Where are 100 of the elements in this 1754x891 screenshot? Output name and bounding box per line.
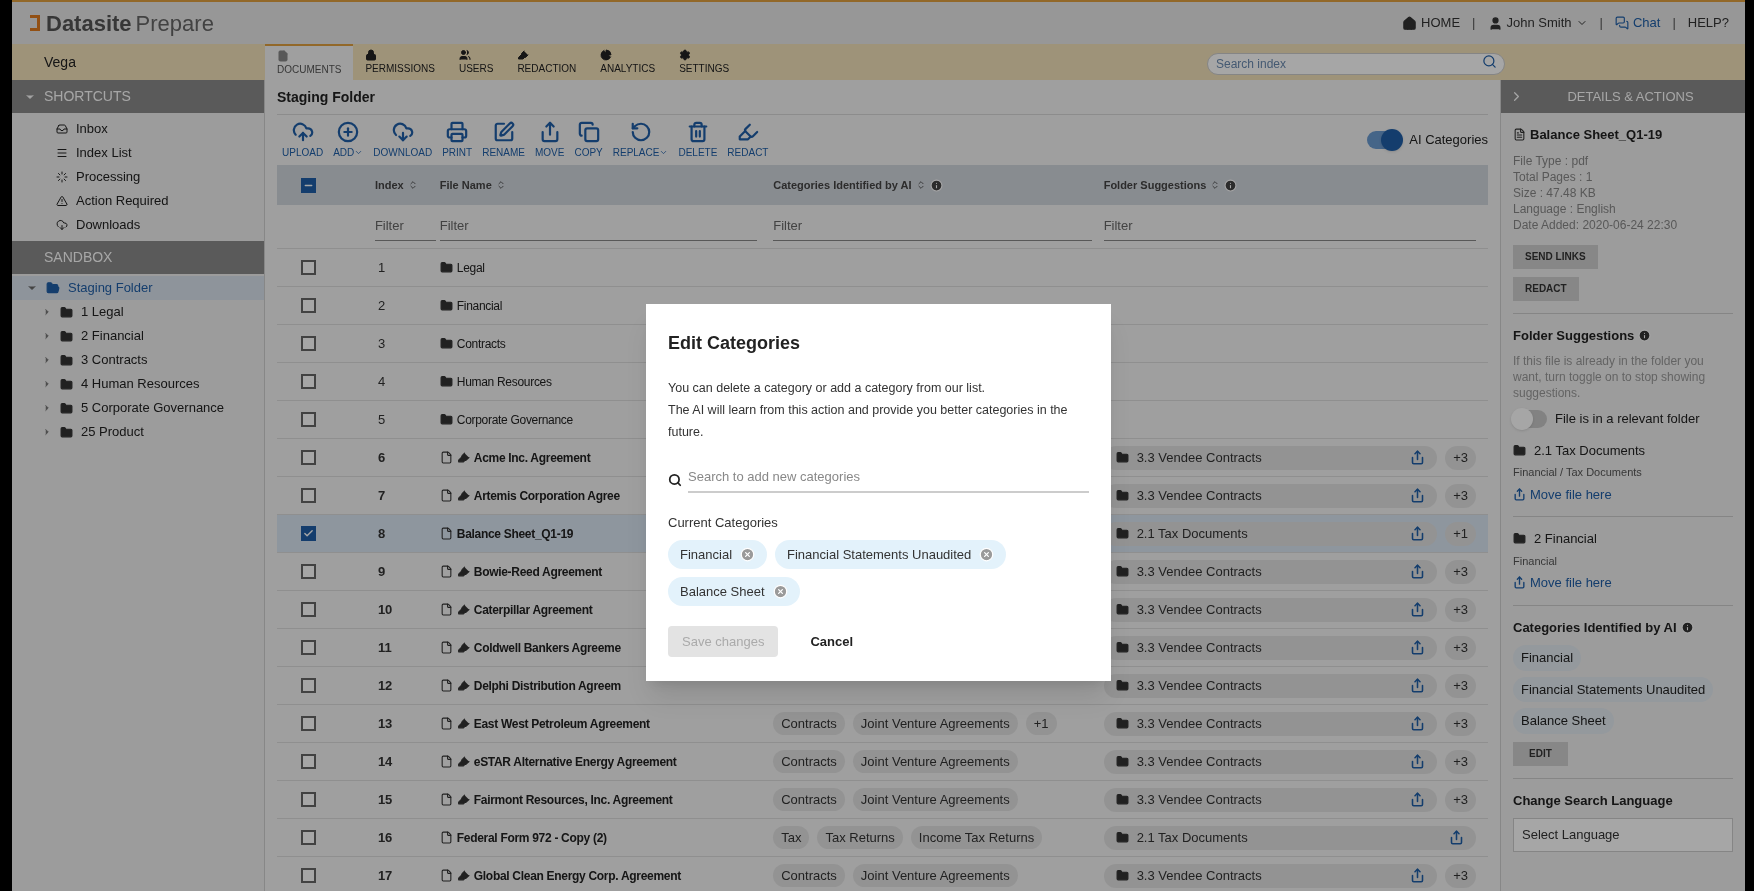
share-icon[interactable] [1513, 576, 1526, 590]
column-header[interactable]: File Name [439, 176, 506, 194]
caret-icon[interactable] [42, 307, 52, 317]
toolbar-button[interactable]: MOVE [529, 120, 570, 160]
relevant-folder-toggle[interactable] [1513, 409, 1547, 428]
user-menu[interactable]: John Smith [1487, 13, 1588, 33]
move-icon[interactable] [1410, 792, 1426, 807]
row-checkbox[interactable] [300, 488, 316, 503]
file-name[interactable]: Delphi Distribution Agreem [473, 676, 621, 695]
move-icon[interactable] [1410, 640, 1426, 655]
caret-icon[interactable] [42, 379, 52, 389]
tree-item[interactable]: 5 Corporate Governance [12, 396, 264, 420]
file-name[interactable]: Federal Form 972 - Copy (2) [456, 828, 607, 847]
shortcut-link[interactable]: Index List [12, 141, 264, 165]
file-name[interactable]: Caterpillar Agreement [473, 600, 593, 619]
row-checkbox[interactable] [300, 640, 316, 655]
info-icon[interactable] [1680, 620, 1694, 634]
move-icon[interactable] [1449, 830, 1464, 845]
more-count[interactable]: +1 [1025, 711, 1057, 736]
toolbar-button[interactable]: RENAME [477, 120, 530, 160]
nav-tab[interactable]: PERMISSIONS [353, 44, 447, 80]
toolbar-button[interactable]: REDACT [722, 120, 774, 160]
filter-field[interactable]: Filter [1103, 212, 1476, 241]
move-file-link[interactable]: Move file here [1530, 484, 1612, 504]
toolbar-button[interactable]: UPLOAD [277, 120, 329, 160]
nav-tab[interactable]: SETTINGS [667, 44, 742, 80]
tree-item[interactable]: 1 Legal [12, 300, 264, 324]
file-name[interactable]: Fairmont Resources, Inc. Agreement [473, 790, 673, 809]
row-checkbox[interactable] [300, 260, 316, 275]
section-header[interactable]: SHORTCUTS [12, 80, 264, 113]
search-field[interactable]: Search index [1207, 53, 1505, 75]
move-icon[interactable] [1410, 868, 1426, 883]
info-icon[interactable] [1638, 328, 1652, 342]
row-checkbox[interactable] [300, 374, 316, 389]
more-count[interactable]: +3 [1445, 559, 1476, 584]
row-checkbox[interactable] [300, 412, 316, 427]
row-checkbox[interactable] [300, 298, 316, 313]
info-icon[interactable] [929, 178, 943, 192]
help-link[interactable]: HELP? [1687, 13, 1729, 33]
row-checkbox[interactable] [300, 868, 316, 883]
action-button[interactable]: REDACT [1513, 276, 1579, 301]
share-icon[interactable] [1513, 487, 1526, 501]
toolbar-button[interactable]: DELETE [673, 120, 723, 160]
row-checkbox[interactable] [300, 716, 316, 731]
folder-suggestion[interactable]: 3.3 Vendee Contracts [1103, 673, 1438, 698]
language-select[interactable]: Select Language [1513, 818, 1733, 852]
action-button[interactable]: SEND LINKS [1513, 244, 1598, 269]
file-name[interactable]: Human Resources [456, 372, 552, 391]
caret-icon[interactable] [42, 355, 52, 365]
folder-suggestion[interactable]: 3.3 Vendee Contracts [1103, 749, 1438, 774]
row-checkbox[interactable] [300, 564, 316, 579]
folder-suggestion[interactable]: 3.3 Vendee Contracts [1103, 711, 1438, 736]
toolbar-button[interactable]: ADD [328, 120, 369, 160]
file-name[interactable]: Financial [456, 296, 503, 315]
home-link[interactable]: HOME [1402, 13, 1461, 33]
row-checkbox[interactable] [300, 678, 316, 693]
filter-field[interactable]: Filter [773, 212, 1092, 241]
chat-link[interactable]: Chat [1614, 13, 1661, 33]
panel-header[interactable]: DETAILS & ACTIONS [1501, 80, 1745, 113]
more-count[interactable]: +3 [1445, 673, 1476, 698]
more-count[interactable]: +3 [1445, 445, 1476, 470]
file-name[interactable]: Corporate Governance [456, 410, 573, 429]
file-name[interactable]: East West Petroleum Agreement [473, 714, 650, 733]
folder-suggestion[interactable]: 3.3 Vendee Contracts [1103, 787, 1438, 812]
remove-icon[interactable] [772, 584, 788, 599]
search-icon[interactable] [1482, 54, 1497, 69]
file-name[interactable]: Artemis Corporation Agree [473, 486, 620, 505]
column-header[interactable]: Index [374, 176, 418, 194]
folder-suggestion[interactable]: 2.1 Tax Documents [1103, 825, 1476, 850]
file-name[interactable]: Balance Sheet_Q1-19 [456, 524, 574, 543]
cancel-button[interactable]: Cancel [810, 631, 854, 652]
caret-icon[interactable] [42, 331, 52, 341]
more-count[interactable]: +3 [1445, 711, 1476, 736]
caret-icon[interactable] [42, 427, 52, 437]
row-checkbox[interactable] [300, 450, 316, 465]
row-checkbox[interactable] [300, 336, 316, 351]
more-count[interactable]: +3 [1445, 597, 1476, 622]
remove-icon[interactable] [979, 547, 995, 562]
caret-icon[interactable] [42, 403, 52, 413]
more-count[interactable]: +3 [1445, 787, 1476, 812]
info-icon[interactable] [1224, 178, 1238, 192]
edit-button[interactable]: EDIT [1513, 741, 1568, 766]
select-all-checkbox[interactable] [300, 177, 316, 193]
tree-item[interactable]: 3 Contracts [12, 348, 264, 372]
tree-item[interactable]: Staging Folder [12, 276, 264, 300]
move-icon[interactable] [1410, 564, 1426, 579]
tree-item[interactable]: 2 Financial [12, 324, 264, 348]
move-icon[interactable] [1410, 754, 1426, 769]
toolbar-button[interactable]: DOWNLOAD [368, 120, 438, 160]
nav-tab[interactable]: REDACTION [505, 44, 589, 80]
toolbar-button[interactable]: COPY [569, 120, 608, 160]
column-header[interactable]: Categories Identified by AI [773, 176, 943, 194]
more-count[interactable]: +3 [1445, 635, 1476, 660]
more-count[interactable]: +1 [1445, 521, 1476, 546]
file-name[interactable]: Bowie-Reed Agreement [473, 562, 603, 581]
file-name[interactable]: Acme Inc. Agreement [473, 448, 591, 467]
more-count[interactable]: +3 [1445, 749, 1476, 774]
file-name[interactable]: Contracts [456, 334, 506, 353]
category-search-field[interactable]: Search to add new categories [688, 467, 1089, 493]
filter-field[interactable]: Filter [374, 212, 436, 241]
